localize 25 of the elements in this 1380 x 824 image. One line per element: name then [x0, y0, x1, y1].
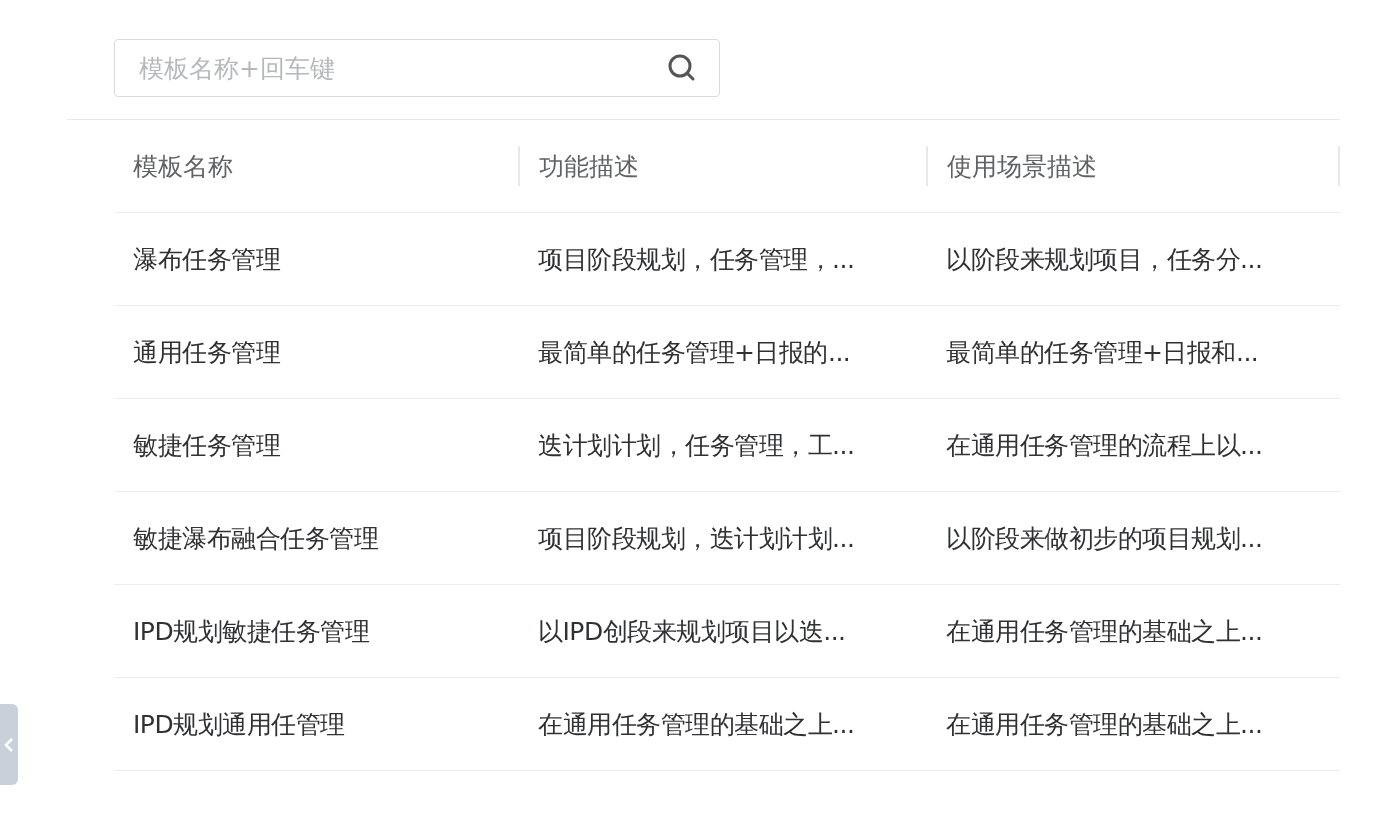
table-cell-text: 通用任务管理 — [132, 336, 281, 369]
chevron-left-icon — [4, 736, 14, 753]
table-cell-text: 最简单的任务管理+日报和... — [945, 336, 1260, 369]
column-header: 使用场景描述 — [928, 146, 1340, 186]
table-cell-text: 在通用任务管理的基础之上... — [945, 708, 1264, 741]
table-cell-text: 瀑布任务管理 — [132, 243, 281, 276]
table-cell-text: 以阶段来规划项目，任务分... — [945, 243, 1264, 276]
table-cell-text: 项目阶段规划，任务管理，... — [537, 243, 856, 276]
table-cell-text: 在通用任务管理的流程上以... — [945, 429, 1264, 462]
search-field[interactable]: 模板名称+回车键 — [114, 39, 720, 97]
table-cell-text: 在通用任务管理的基础之上... — [537, 708, 856, 741]
table-cell-text: 最简单的任务管理+日报的... — [537, 336, 852, 369]
table-cell-text: 项目阶段规划，迭计划计划... — [537, 522, 856, 555]
table-cell-text: IPD规划通用任管理 — [132, 708, 346, 741]
table-cell-text: 以阶段来做初步的项目规划... — [945, 522, 1264, 555]
column-header: 模板名称 — [114, 146, 520, 186]
table-cell-text: 迭计划计划，任务管理，工... — [537, 429, 856, 462]
table-cell-text: IPD规划敏捷任务管理 — [132, 615, 371, 648]
column-header: 功能描述 — [520, 146, 928, 186]
table-cell-text: 敏捷瀑布融合任务管理 — [132, 522, 379, 555]
collapse-tab[interactable] — [0, 704, 18, 785]
table-cell-text: 以IPD创段来规划项目以迭... — [537, 615, 847, 648]
table-cell-text: 敏捷任务管理 — [132, 429, 281, 462]
table-cell-text: 在通用任务管理的基础之上... — [945, 615, 1264, 648]
search-icon — [668, 54, 696, 82]
